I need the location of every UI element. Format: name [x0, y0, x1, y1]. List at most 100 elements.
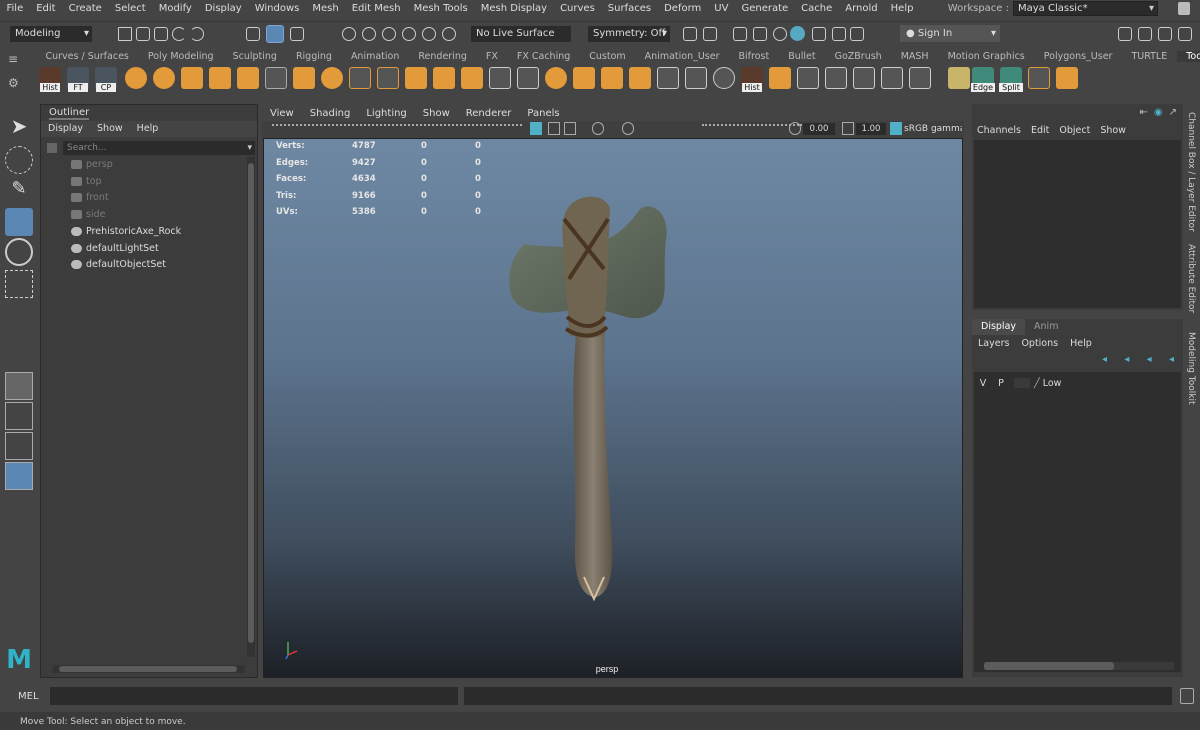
shelf-tab-mash[interactable]: MASH: [891, 51, 938, 62]
menu-select[interactable]: Select: [108, 3, 152, 14]
shelf-tab-gozbrush[interactable]: GoZBrush: [825, 51, 891, 62]
poly-sphere-icon[interactable]: [125, 67, 147, 89]
menu-mesh-display[interactable]: Mesh Display: [474, 3, 553, 14]
layer-tab-anim[interactable]: Anim: [1025, 319, 1067, 335]
menu-windows[interactable]: Windows: [248, 3, 306, 14]
uv-snapshot-icon[interactable]: [948, 67, 970, 89]
save-scene-icon[interactable]: [154, 27, 168, 41]
redo-icon[interactable]: [190, 27, 204, 41]
viewport-menu-lighting[interactable]: Lighting: [358, 108, 414, 119]
outliner-vertical-scrollbar[interactable]: [247, 157, 255, 657]
outliner-item[interactable]: front: [71, 192, 109, 203]
smooth-shade-icon[interactable]: [548, 122, 560, 135]
shelf-tab-turtle[interactable]: TURTLE: [1122, 51, 1177, 62]
select-tool-icon[interactable]: ➤: [5, 114, 33, 142]
extrude-icon[interactable]: [433, 67, 455, 89]
new-layer-selected-icon[interactable]: ◂: [1169, 354, 1174, 366]
scale-tool-icon[interactable]: [5, 270, 33, 298]
hypershade-icon[interactable]: [790, 26, 805, 41]
layer-menu-options[interactable]: Options: [1015, 338, 1064, 349]
grid-icon[interactable]: [349, 67, 371, 89]
lights-icon[interactable]: [592, 122, 604, 135]
exposure-icon[interactable]: [789, 122, 801, 135]
color-space-label[interactable]: sRGB gamma: [904, 123, 962, 135]
layer-name[interactable]: Low: [1043, 378, 1062, 389]
snap-curve-icon[interactable]: [362, 27, 376, 41]
layer-color-swatch[interactable]: [1014, 378, 1030, 388]
outliner-item[interactable]: persp: [71, 159, 113, 170]
curve-icon[interactable]: [797, 67, 819, 89]
outliner-search-input[interactable]: Search... ▾: [63, 141, 255, 155]
construction-history-icon[interactable]: [703, 27, 717, 41]
wireframe-on-shaded-icon[interactable]: [530, 122, 542, 135]
symmetry-dropdown[interactable]: Symmetry: Off ▾: [588, 26, 670, 42]
shelf-tab-animation[interactable]: Animation: [341, 51, 408, 62]
poly-cube-4-icon[interactable]: [629, 67, 651, 89]
attribute-editor-icon[interactable]: [1138, 27, 1152, 41]
scrollbar-thumb[interactable]: [248, 163, 254, 643]
shelf-tab-tools[interactable]: Tools: [1176, 51, 1200, 62]
target-weld-icon[interactable]: [545, 67, 567, 89]
scrollbar-thumb[interactable]: [984, 662, 1114, 670]
menu-surfaces[interactable]: Surfaces: [601, 3, 657, 14]
rotate-tool-icon[interactable]: [5, 238, 33, 266]
select-component-icon[interactable]: [290, 27, 304, 41]
menu-edit-mesh[interactable]: Edit Mesh: [345, 3, 407, 14]
live-surface-field[interactable]: No Live Surface: [471, 26, 571, 42]
move-tool-icon[interactable]: [5, 208, 33, 236]
menu-file[interactable]: File: [0, 3, 30, 14]
viewport-menu-show[interactable]: Show: [415, 108, 458, 119]
lattice-icon[interactable]: [881, 67, 903, 89]
bridge-icon[interactable]: [461, 67, 483, 89]
isolate-tools-icon[interactable]: [702, 124, 802, 134]
perspective-viewport[interactable]: Verts: 4787 0 0 Edges: 9427 0 0 Faces: 4634 0 0 Tris…: [263, 138, 963, 678]
separate-icon[interactable]: [237, 67, 259, 89]
prehistoric-axe-model[interactable]: persp: [264, 139, 963, 678]
outliner-layout-icon[interactable]: [5, 462, 33, 490]
menu-mesh-tools[interactable]: Mesh Tools: [407, 3, 474, 14]
new-scene-icon[interactable]: [118, 27, 132, 41]
multi-cut-icon[interactable]: [377, 67, 399, 89]
menu-edit[interactable]: Edit: [30, 3, 62, 14]
shelf-tab-curves-surfaces[interactable]: Curves / Surfaces: [36, 51, 138, 62]
channel-box-menu-edit[interactable]: Edit: [1026, 125, 1054, 136]
select-hierarchy-icon[interactable]: [246, 27, 260, 41]
menu-modify[interactable]: Modify: [152, 3, 198, 14]
shelf-tab-bifrost[interactable]: Bifrost: [729, 51, 779, 62]
menu-icon[interactable]: ≡: [8, 52, 30, 66]
poly-cube-3-icon[interactable]: [601, 67, 623, 89]
input-output-icon[interactable]: [683, 27, 697, 41]
gamma-icon[interactable]: [842, 122, 854, 135]
mirror-icon[interactable]: [405, 67, 427, 89]
shelf-tab-custom[interactable]: Custom: [580, 51, 635, 62]
four-view-layout-icon[interactable]: [5, 402, 33, 430]
select-object-icon[interactable]: [266, 25, 284, 43]
command-input[interactable]: [50, 687, 458, 705]
delete-history-icon[interactable]: [265, 67, 287, 89]
outliner-horizontal-scrollbar[interactable]: [53, 665, 245, 673]
gamma-field[interactable]: 1.00: [856, 123, 886, 135]
modeling-toolkit-icon[interactable]: [1118, 27, 1132, 41]
shelf-tab-fx-caching[interactable]: FX Caching: [507, 51, 579, 62]
undo-icon[interactable]: [172, 27, 186, 41]
viewport-menu-view[interactable]: View: [262, 108, 302, 119]
outliner-item[interactable]: defaultObjectSet: [71, 259, 166, 270]
persp-outliner-layout-icon[interactable]: [5, 432, 33, 460]
shelf-tab-sculpting[interactable]: Sculpting: [223, 51, 286, 62]
layer-visibility[interactable]: V: [974, 378, 992, 389]
snap-surface-icon[interactable]: [422, 27, 436, 41]
pause-icon[interactable]: [850, 27, 864, 41]
lock-icon[interactable]: [1178, 2, 1190, 15]
layer-menu-help[interactable]: Help: [1064, 338, 1098, 349]
render-settings-icon[interactable]: [812, 27, 826, 41]
single-perspective-layout-icon[interactable]: [5, 372, 33, 400]
extract-icon[interactable]: [293, 67, 315, 89]
lasso-tool-icon[interactable]: [5, 146, 33, 174]
poly-cube-2-icon[interactable]: [573, 67, 595, 89]
bevel-icon[interactable]: [489, 67, 511, 89]
shelf-tab-bullet[interactable]: Bullet: [779, 51, 825, 62]
workspace-dropdown[interactable]: Maya Classic* ▾: [1013, 1, 1158, 16]
tool-settings-icon[interactable]: [1158, 27, 1172, 41]
float-icon[interactable]: ↗: [1169, 107, 1177, 118]
poly-torus-icon[interactable]: [153, 67, 175, 89]
